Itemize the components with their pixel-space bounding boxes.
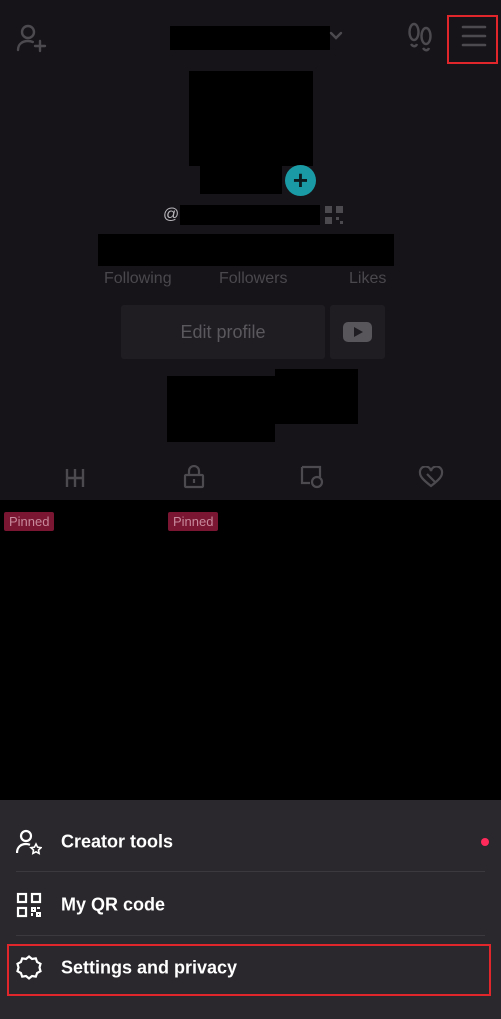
menu-item-my-qr-code[interactable]: My QR code (0, 874, 501, 936)
divider (16, 871, 485, 872)
person-add-icon[interactable] (15, 22, 47, 54)
pinned-badge-2: Pinned (168, 512, 219, 531)
add-avatar-button[interactable]: + (285, 165, 316, 196)
chevron-down-icon[interactable] (328, 30, 344, 42)
creator-tools-label: Creator tools (61, 831, 174, 852)
menu-item-creator-tools[interactable]: Creator tools (0, 811, 501, 873)
username-dropdown[interactable] (170, 26, 330, 50)
qr-code-icon[interactable] (325, 206, 343, 224)
following-label[interactable]: Following (104, 270, 172, 288)
tagged-icon[interactable] (300, 465, 326, 489)
grid-icon[interactable] (64, 467, 86, 489)
menu-button-highlight (447, 15, 498, 64)
settings-highlight (7, 944, 491, 996)
bio (167, 376, 275, 442)
youtube-icon (343, 322, 372, 342)
menu-sheet: Creator tools My QR code Settings and pr… (0, 800, 501, 1019)
pinned-badge-1: Pinned (4, 512, 55, 531)
profile-screen: + @ Following Followers Likes Edit profi… (0, 0, 501, 500)
handle-prefix: @ (163, 206, 180, 223)
bio-extra (275, 369, 358, 424)
user-handle (180, 205, 320, 225)
footprints-icon[interactable] (406, 22, 434, 52)
stats-counts (98, 234, 394, 266)
edit-profile-button[interactable]: Edit profile (121, 305, 325, 359)
youtube-button[interactable] (330, 305, 385, 359)
qr-code-icon (16, 892, 42, 918)
my-qr-code-label: My QR code (61, 894, 166, 915)
followers-label[interactable]: Followers (219, 270, 287, 288)
liked-icon[interactable] (418, 466, 444, 488)
video-grid[interactable] (0, 500, 501, 800)
likes-label[interactable]: Likes (349, 270, 386, 288)
notification-dot (481, 838, 489, 846)
lock-icon[interactable] (183, 465, 205, 489)
creator-tools-icon (16, 829, 42, 855)
avatar[interactable] (189, 71, 313, 166)
avatar-lower (200, 164, 282, 194)
divider (16, 935, 485, 936)
